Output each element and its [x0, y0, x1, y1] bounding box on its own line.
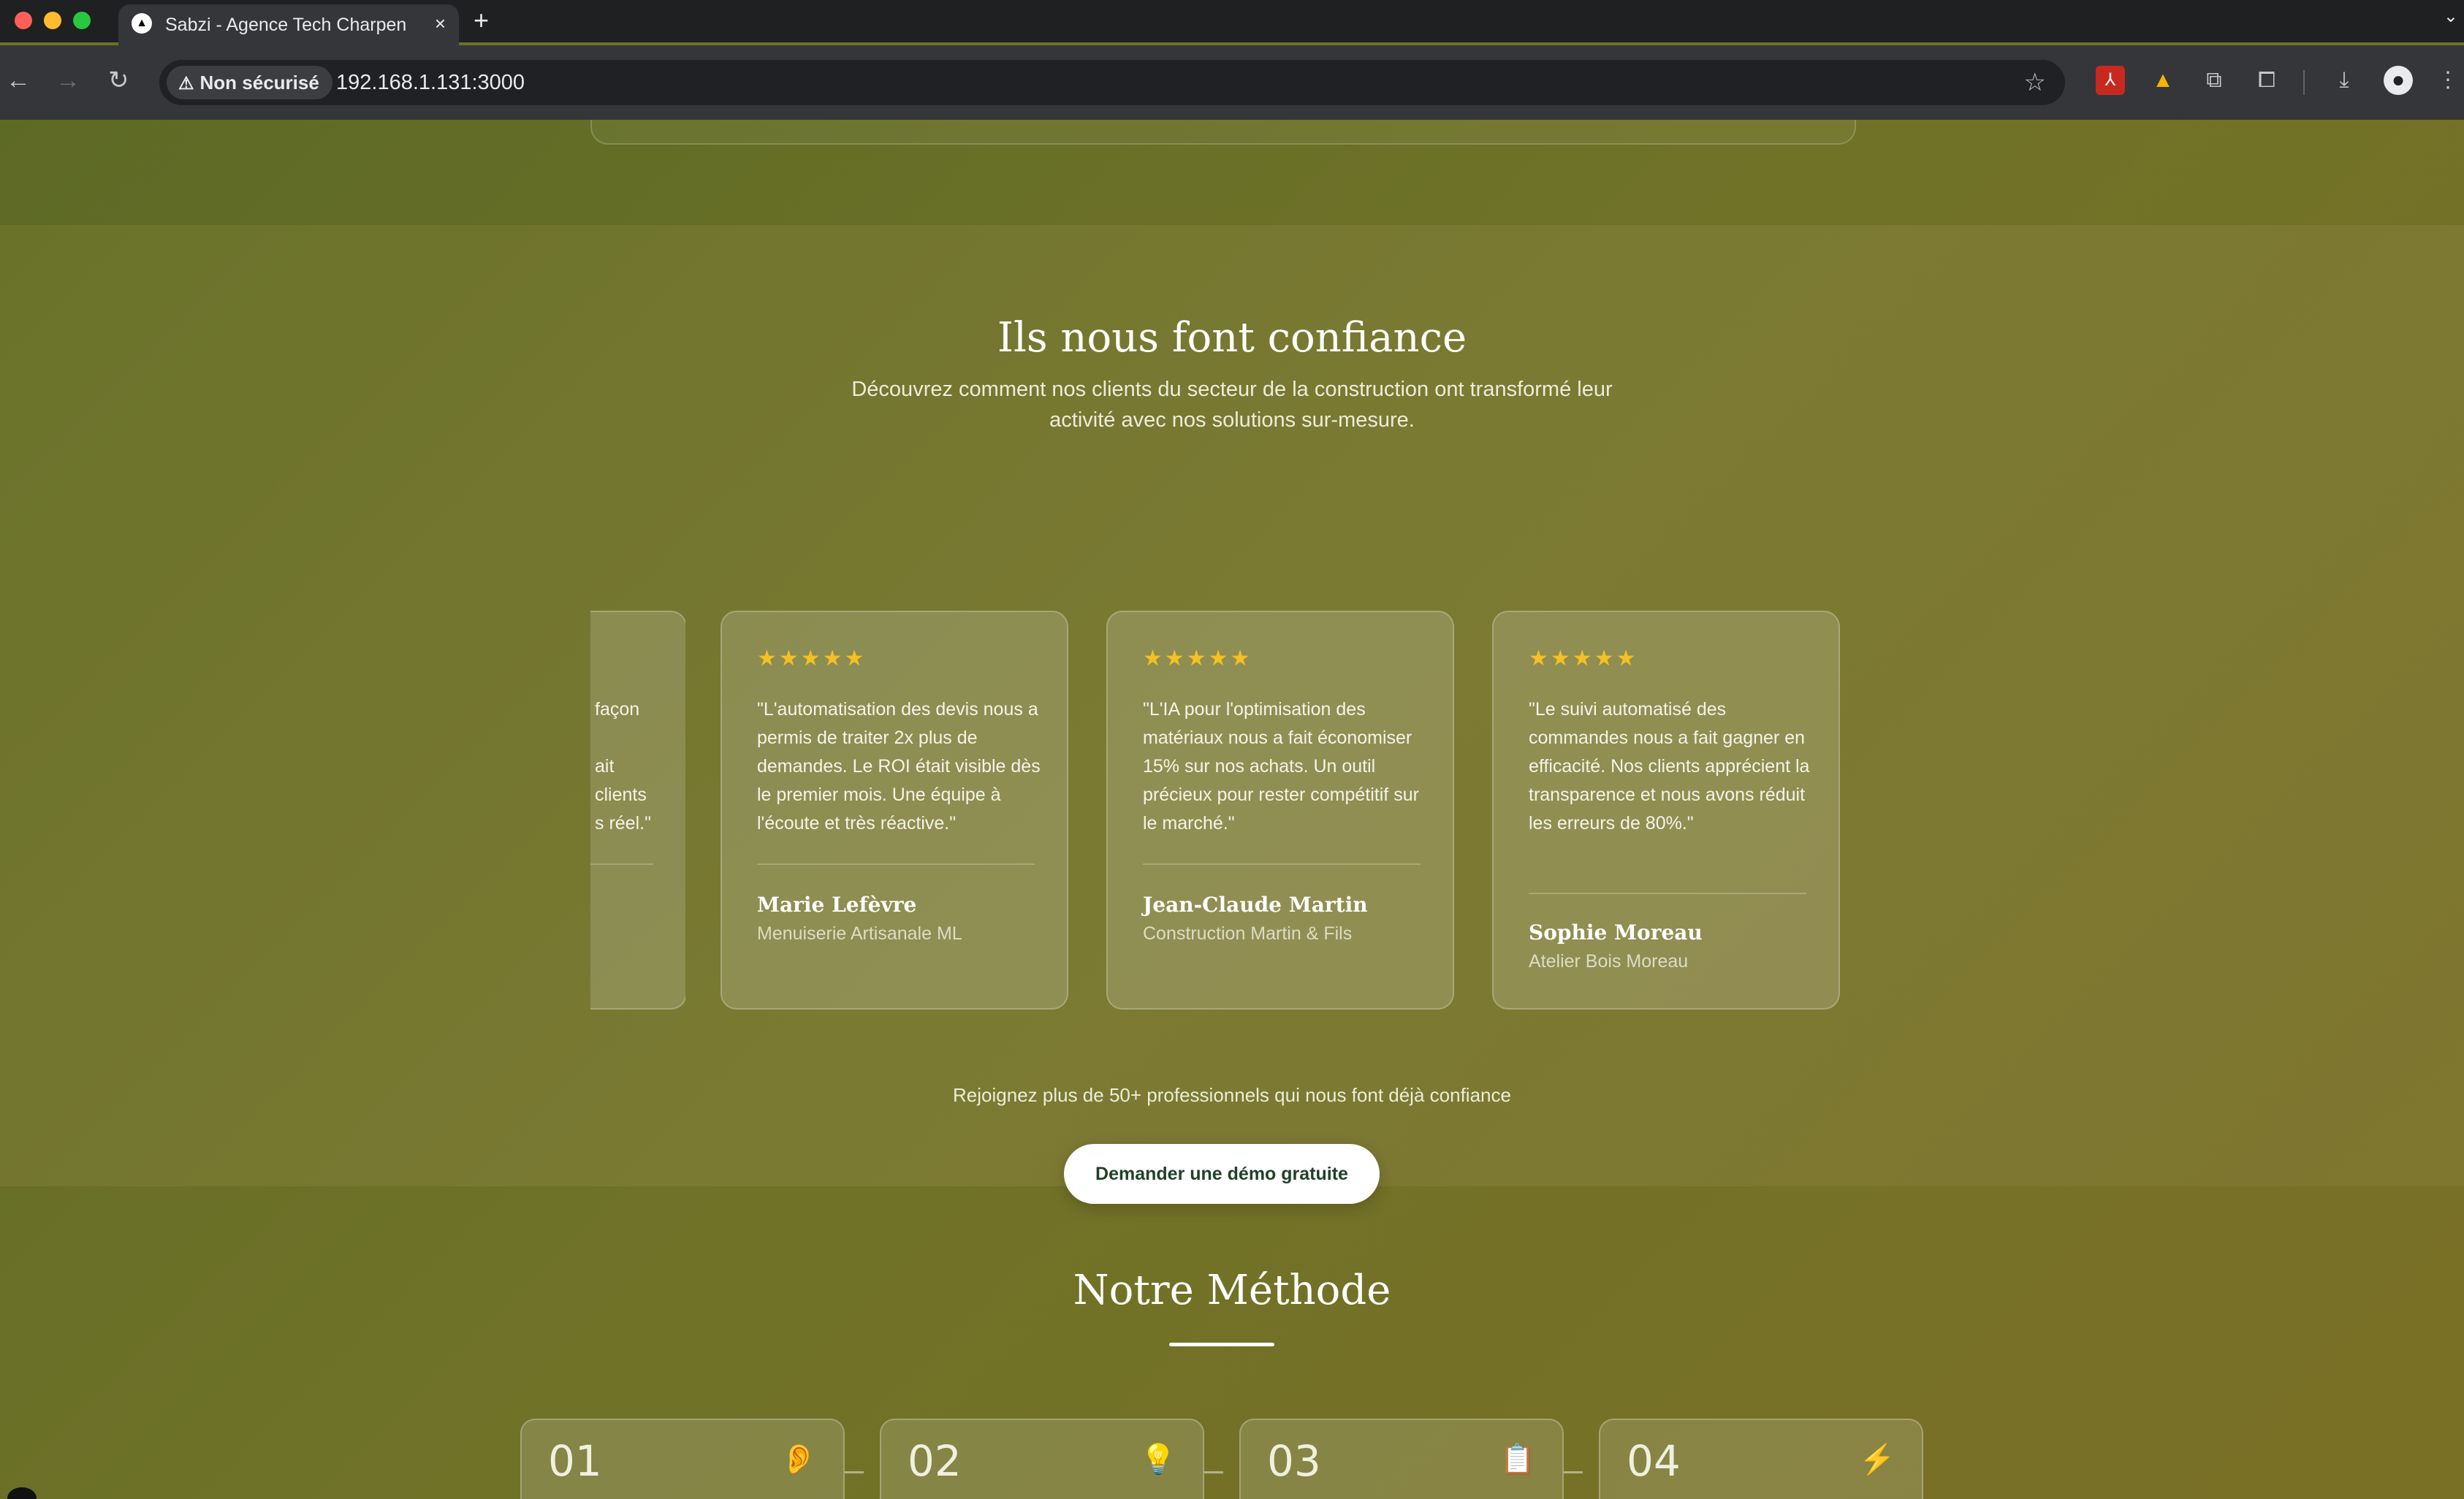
- pdf-extension-icon[interactable]: ⅄: [2096, 66, 2125, 95]
- profile-avatar-icon[interactable]: ●: [2384, 66, 2413, 95]
- tab-title: Sabzi - Agence Tech Charpente: [165, 15, 406, 35]
- warning-triangle-icon: ⚠: [178, 74, 194, 94]
- maximize-window-button[interactable]: [73, 12, 91, 29]
- site-favicon-icon: ▲: [132, 13, 152, 34]
- step-number: 03: [1267, 1436, 1321, 1486]
- method-title: Notre Méthode: [1073, 1267, 1391, 1314]
- testimonial-quote: "L'IA pour l'optimisation des matériaux …: [1143, 699, 1419, 834]
- quote-fragment: ait: [595, 756, 615, 777]
- testimonial-company: Menuiserie Artisanale ML: [757, 923, 962, 944]
- browser-menu-icon[interactable]: ⋮: [2433, 66, 2463, 95]
- card-divider: [590, 863, 653, 865]
- testimonial-card: ★★★★★ "L'automatisation des devis nous a…: [720, 611, 1068, 1010]
- testimonial-company: Atelier Bois Moreau: [1529, 951, 1689, 972]
- browser-tab[interactable]: ▲ Sabzi - Agence Tech Charpente ×: [118, 4, 459, 45]
- method-step-card: 03 📋: [1239, 1419, 1564, 1499]
- step-number: 02: [908, 1436, 962, 1486]
- step-connector: [845, 1471, 864, 1473]
- page-viewport: Ils nous font confiance Découvrez commen…: [0, 120, 2464, 1499]
- copy-extension-icon[interactable]: ⧉: [2199, 66, 2229, 95]
- url-text[interactable]: 192.168.1.131:3000: [336, 60, 525, 105]
- step-connector: [1204, 1471, 1223, 1473]
- card-divider: [757, 863, 1035, 865]
- quote-fragment: [595, 724, 682, 752]
- testimonial-author: Marie Lefèvre: [757, 893, 917, 917]
- step-number: 01: [548, 1436, 602, 1486]
- quote-fragment: s réel.": [595, 813, 651, 834]
- security-label: Non sécurisé: [199, 72, 319, 94]
- step-number: 04: [1627, 1436, 1681, 1486]
- testimonial-card: ★★★★★ "Le suivi automatisé des commandes…: [1492, 611, 1840, 1010]
- close-window-button[interactable]: [15, 12, 32, 29]
- lightbulb-icon: 💡: [1140, 1443, 1176, 1476]
- extensions-puzzle-icon[interactable]: ⧠: [2252, 66, 2281, 95]
- clipboard-icon: 📋: [1499, 1443, 1536, 1476]
- previous-section-card: [590, 120, 1856, 145]
- method-title-underline: [1169, 1343, 1274, 1346]
- download-icon[interactable]: ⤓: [2330, 66, 2359, 95]
- testimonial-author: Jean-Claude Martin: [1143, 893, 1368, 917]
- rating-stars-icon: ★★★★★: [1529, 646, 1638, 671]
- ear-icon: 👂: [780, 1443, 817, 1476]
- quote-fragment: clients: [595, 785, 647, 805]
- minimize-window-button[interactable]: [44, 12, 61, 29]
- google-drive-icon[interactable]: ▲: [2148, 66, 2178, 95]
- method-step-card: 04 ⚡: [1599, 1419, 1923, 1499]
- testimonials-subtitle: Découvrez comment nos clients du secteur…: [851, 378, 1613, 432]
- new-tab-button[interactable]: +: [474, 4, 489, 37]
- rating-stars-icon: ★★★★★: [757, 646, 867, 671]
- lightning-icon: ⚡: [1859, 1443, 1895, 1476]
- method-step-card: 01 👂: [520, 1419, 845, 1499]
- testimonials-section: Ils nous font confiance Découvrez commen…: [0, 225, 2464, 1204]
- method-step-card: 02 💡: [880, 1419, 1204, 1499]
- reload-icon[interactable]: ↻: [108, 64, 129, 96]
- testimonial-quote-partial: façon ait clients s réel.": [595, 695, 682, 838]
- rating-stars-icon: ★★★★★: [1143, 646, 1252, 671]
- request-demo-button[interactable]: Demander une démo gratuite: [1064, 1144, 1380, 1204]
- address-bar[interactable]: ⚠ Non sécurisé 192.168.1.131:3000 ☆: [159, 60, 2065, 105]
- testimonial-company: Construction Martin & Fils: [1143, 923, 1353, 944]
- corner-widget[interactable]: [7, 1487, 37, 1499]
- card-divider: [1143, 863, 1421, 865]
- card-divider: [1529, 893, 1806, 894]
- back-arrow-icon[interactable]: ←: [6, 64, 31, 96]
- quote-fragment: façon: [595, 699, 640, 720]
- step-connector: [1564, 1471, 1583, 1473]
- bookmark-star-icon[interactable]: ☆: [2024, 60, 2046, 105]
- browser-tab-bar: ▲ Sabzi - Agence Tech Charpente × + ⌄: [0, 0, 2464, 45]
- join-text: Rejoignez plus de 50+ professionnels qui…: [953, 1084, 1511, 1106]
- forward-arrow-icon[interactable]: →: [56, 64, 80, 96]
- tab-search-icon[interactable]: ⌄: [2444, 6, 2458, 27]
- security-chip[interactable]: ⚠ Non sécurisé: [167, 66, 332, 99]
- testimonial-quote: "L'automatisation des devis nous a permi…: [757, 699, 1041, 834]
- tab-close-icon[interactable]: ×: [435, 12, 446, 35]
- testimonial-card: ★★★★★ "L'IA pour l'optimisation des maté…: [1106, 611, 1454, 1010]
- toolbar-separator: [2303, 70, 2305, 95]
- carousel-partial-card: façon ait clients s réel.": [590, 611, 685, 1010]
- testimonial-quote: "Le suivi automatisé des commandes nous …: [1529, 699, 1810, 834]
- browser-toolbar: ← → ↻ ⚠ Non sécurisé 192.168.1.131:3000 ☆…: [0, 45, 2464, 120]
- testimonial-card-partial: façon ait clients s réel.": [590, 611, 685, 1010]
- testimonials-title: Ils nous font confiance: [997, 314, 1467, 362]
- testimonial-author: Sophie Moreau: [1529, 920, 1703, 945]
